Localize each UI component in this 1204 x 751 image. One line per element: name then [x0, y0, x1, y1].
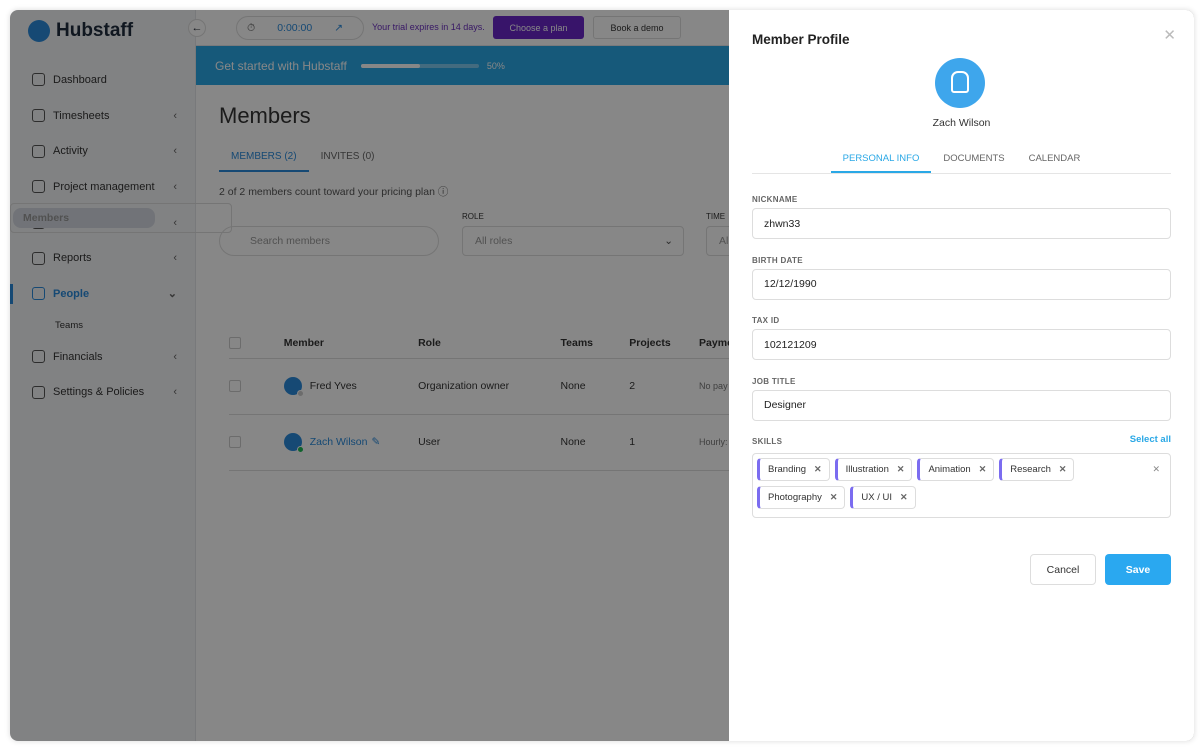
select-all-link[interactable]: Select all — [1130, 434, 1171, 445]
skill-label: Photography — [768, 492, 822, 503]
avatar — [935, 58, 985, 108]
field-label: TAX ID — [752, 316, 780, 325]
cancel-button[interactable]: Cancel — [1030, 554, 1096, 585]
member-name: Zach Wilson — [932, 117, 991, 129]
field-label: JOB TITLE — [752, 376, 796, 386]
tax-id-field[interactable]: 102121209 — [752, 329, 1171, 360]
skill-chip: Animation ✕ — [917, 458, 995, 481]
remove-icon[interactable]: ✕ — [814, 464, 822, 475]
skills-label: SKILLS — [752, 437, 783, 446]
skill-label: UX / UI — [861, 492, 893, 503]
close-icon[interactable]: ✕ — [1163, 26, 1176, 44]
remove-icon[interactable]: ✕ — [830, 492, 838, 503]
remove-icon[interactable]: ✕ — [897, 464, 905, 475]
clear-all-icon[interactable]: ✕ — [1152, 464, 1160, 475]
job-title-field[interactable]: Designer — [752, 389, 1171, 421]
tab-personal-info[interactable]: PERSONAL INFO — [830, 151, 932, 173]
skill-label: Research — [1010, 464, 1051, 475]
field-label: NICKNAME — [752, 195, 798, 204]
skill-label: Illustration — [845, 464, 889, 475]
save-button[interactable]: Save — [1105, 554, 1171, 585]
remove-icon[interactable]: ✕ — [900, 492, 908, 503]
skill-chip: Illustration ✕ — [834, 458, 913, 481]
skill-chip: UX / UI ✕ — [850, 486, 916, 509]
profile-tabs: PERSONAL INFO DOCUMENTS CALENDAR — [752, 151, 1171, 174]
skills-input[interactable]: ✕ Branding ✕ Illustration ✕ Animation ✕ Researc… — [752, 453, 1171, 518]
birth-date-field[interactable]: 12/12/1990 — [752, 268, 1171, 300]
skill-label: Animation — [928, 464, 971, 475]
skill-chip: Research ✕ — [999, 458, 1075, 481]
tab-documents[interactable]: DOCUMENTS — [931, 151, 1016, 173]
field-label: BIRTH DATE — [752, 255, 803, 265]
skill-chip: Photography ✕ — [757, 486, 846, 509]
tab-calendar[interactable]: CALENDAR — [1017, 151, 1093, 173]
skill-chip: Branding ✕ — [757, 458, 830, 481]
member-profile-drawer: Member Profile ✕ Zach Wilson PERSONAL IN… — [729, 10, 1194, 741]
drawer-title: Member Profile — [752, 32, 850, 47]
nickname-field[interactable]: zhwn33 — [752, 208, 1171, 239]
remove-icon[interactable]: ✕ — [1059, 464, 1067, 475]
app-window: Hubstaff Dashboard Timesheets ‹ Activity ‹ Pr… — [10, 10, 1194, 741]
remove-icon[interactable]: ✕ — [979, 464, 987, 475]
skill-label: Branding — [768, 464, 807, 475]
